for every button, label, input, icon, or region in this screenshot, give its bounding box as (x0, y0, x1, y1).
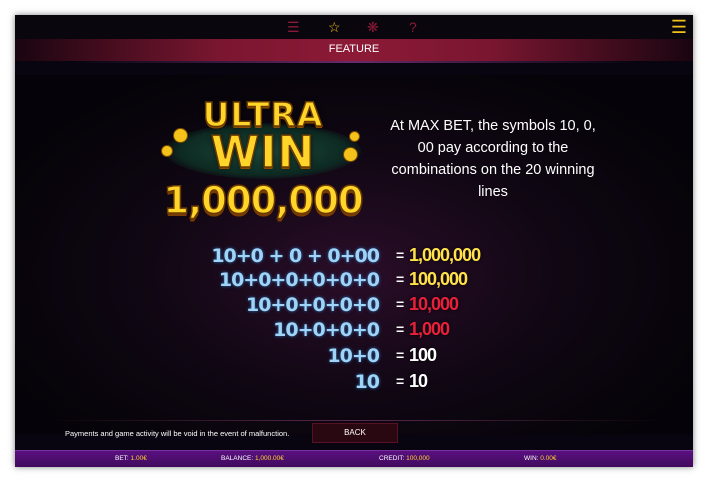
payout-value: 1,000 (409, 319, 450, 339)
menu-list-icon[interactable]: ☰ (671, 18, 687, 36)
logo-win: WIN (210, 126, 316, 179)
symbol-combination: 10+0+0+0 (273, 319, 380, 341)
feature-title: FEATURE (328, 43, 380, 55)
symbol-combination: 10+0+0+0+0+0 (218, 269, 380, 291)
back-button[interactable]: BACK (312, 423, 398, 443)
feature-header: FEATURE (15, 39, 693, 61)
equals-sign: = (396, 347, 405, 363)
paytable-row: 10+0+0+0+0 = 10,000 (15, 294, 693, 318)
payout-value: 10,000 (409, 294, 459, 314)
equals-sign: = (396, 296, 405, 312)
payout-value: 100,000 (409, 269, 468, 289)
feature-description: At MAX BET, the symbols 10, 0, 00 pay ac… (390, 118, 596, 200)
payout-value: 1,000,000 (409, 245, 481, 265)
credit-display: CREDIT: 100,000 (379, 455, 430, 462)
credit-value: 100,000 (406, 455, 430, 462)
equals-sign: = (396, 373, 405, 389)
symbol-combination: 10 (354, 371, 380, 393)
header-divider (75, 61, 633, 63)
payout-value: 10 (409, 371, 428, 391)
paytable-row: 10+0 = 100 (15, 345, 693, 369)
ultra-win-logo: ULTRA WIN 1,000,000 (153, 94, 373, 225)
payout-value: 100 (409, 345, 437, 365)
bet-value: 1.00€ (130, 455, 147, 462)
game-window: ☰ ☆ ❋ ? ☰ FEATURE ULTRA WIN 1,000,000 At… (15, 15, 693, 467)
win-value: 0.00€ (540, 455, 557, 462)
win-display: WIN: 0.00€ (524, 455, 557, 462)
equals-sign: = (396, 247, 405, 263)
paytable-icon[interactable]: ☰ (287, 19, 300, 35)
help-icon[interactable]: ? (409, 19, 417, 35)
paytable-row: 10 = 10 (15, 371, 693, 395)
status-bar: BET: 1.00€ BALANCE: 1,000.00€ CREDIT: 10… (15, 450, 693, 467)
symbol-combination: 10+0 (327, 345, 380, 367)
symbol-combination: 10+0+0+0+0 (245, 294, 380, 316)
malfunction-disclaimer: Payments and game activity will be void … (65, 429, 290, 438)
paytable-row: 10+0+0+0 = 1,000 (15, 319, 693, 343)
equals-sign: = (396, 321, 405, 337)
balance-display: BALANCE: 1,000.00€ (221, 455, 284, 462)
logo-amount: 1,000,000 (163, 178, 365, 223)
bet-display: BET: 1.00€ (115, 455, 147, 462)
paytable-row: 10+0 + 0 + 0+00 = 1,000,000 (15, 245, 693, 269)
top-toolbar: ☰ ☆ ❋ ? ☰ (15, 15, 693, 39)
balance-value: 1,000.00€ (254, 455, 284, 462)
paytable-row: 10+0+0+0+0+0 = 100,000 (15, 269, 693, 293)
equals-sign: = (396, 271, 405, 287)
footer-divider (45, 420, 663, 421)
star-icon[interactable]: ☆ (328, 19, 341, 35)
settings-icon[interactable]: ❋ (367, 19, 379, 35)
symbol-combination: 10+0 + 0 + 0+00 (211, 245, 380, 267)
